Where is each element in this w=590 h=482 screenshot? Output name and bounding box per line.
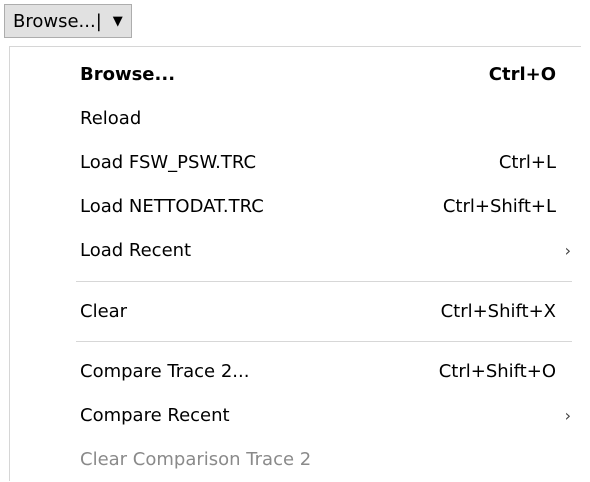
menu-separator [76, 281, 572, 282]
menu-item-shortcut: Ctrl+Shift+L [442, 196, 556, 217]
menu-item-label: Load NETTODAT.TRC [80, 196, 264, 217]
menu-item-load-recent[interactable]: Load Recent › [10, 229, 581, 273]
menu-item-label: Clear [80, 301, 128, 322]
chevron-right-icon: › [564, 406, 571, 425]
menu-separator [76, 341, 572, 342]
menu-item-label: Clear Comparison Trace 2 [80, 449, 312, 470]
menu-item-label: Load FSW_PSW.TRC [80, 152, 257, 173]
menu-item-shortcut: Ctrl+Shift+X [440, 301, 556, 322]
menu-item-clear-comparison-trace-2: Clear Comparison Trace 2 [10, 438, 581, 482]
menu-item-load-nettodat[interactable]: Load NETTODAT.TRC Ctrl+Shift+L [10, 185, 581, 229]
caret-down-icon: ▼ [112, 13, 123, 29]
menu-item-shortcut: Ctrl+Shift+O [438, 361, 556, 382]
menu-item-label: Compare Recent [80, 405, 230, 426]
menu-item-load-fsw-psw[interactable]: Load FSW_PSW.TRC Ctrl+L [10, 141, 581, 185]
menu-item-reload[interactable]: Reload [10, 97, 581, 141]
menu-item-browse[interactable]: Browse... Ctrl+O [10, 53, 581, 97]
menu-item-label: Load Recent [80, 240, 192, 261]
menu-item-label: Reload [80, 108, 142, 129]
menu-item-label: Browse... [80, 64, 176, 85]
menu-item-shortcut: Ctrl+L [498, 152, 556, 173]
menu-item-label: Compare Trace 2... [80, 361, 250, 382]
menu-item-compare-trace-2[interactable]: Compare Trace 2... Ctrl+Shift+O [10, 350, 581, 394]
browse-split-button[interactable]: Browse...| ▼ [4, 4, 132, 38]
browse-dropdown-button[interactable]: ▼ [105, 5, 131, 37]
menu-item-shortcut: Ctrl+O [488, 64, 556, 85]
browse-button-label: Browse...| [13, 10, 102, 32]
menu-item-clear[interactable]: Clear Ctrl+Shift+X [10, 290, 581, 334]
menu-item-compare-recent[interactable]: Compare Recent › [10, 394, 581, 438]
chevron-right-icon: › [564, 241, 571, 260]
browse-button[interactable]: Browse...| [5, 5, 105, 37]
browse-dropdown-menu: Browse... Ctrl+O Reload Load FSW_PSW.TRC… [9, 46, 581, 481]
